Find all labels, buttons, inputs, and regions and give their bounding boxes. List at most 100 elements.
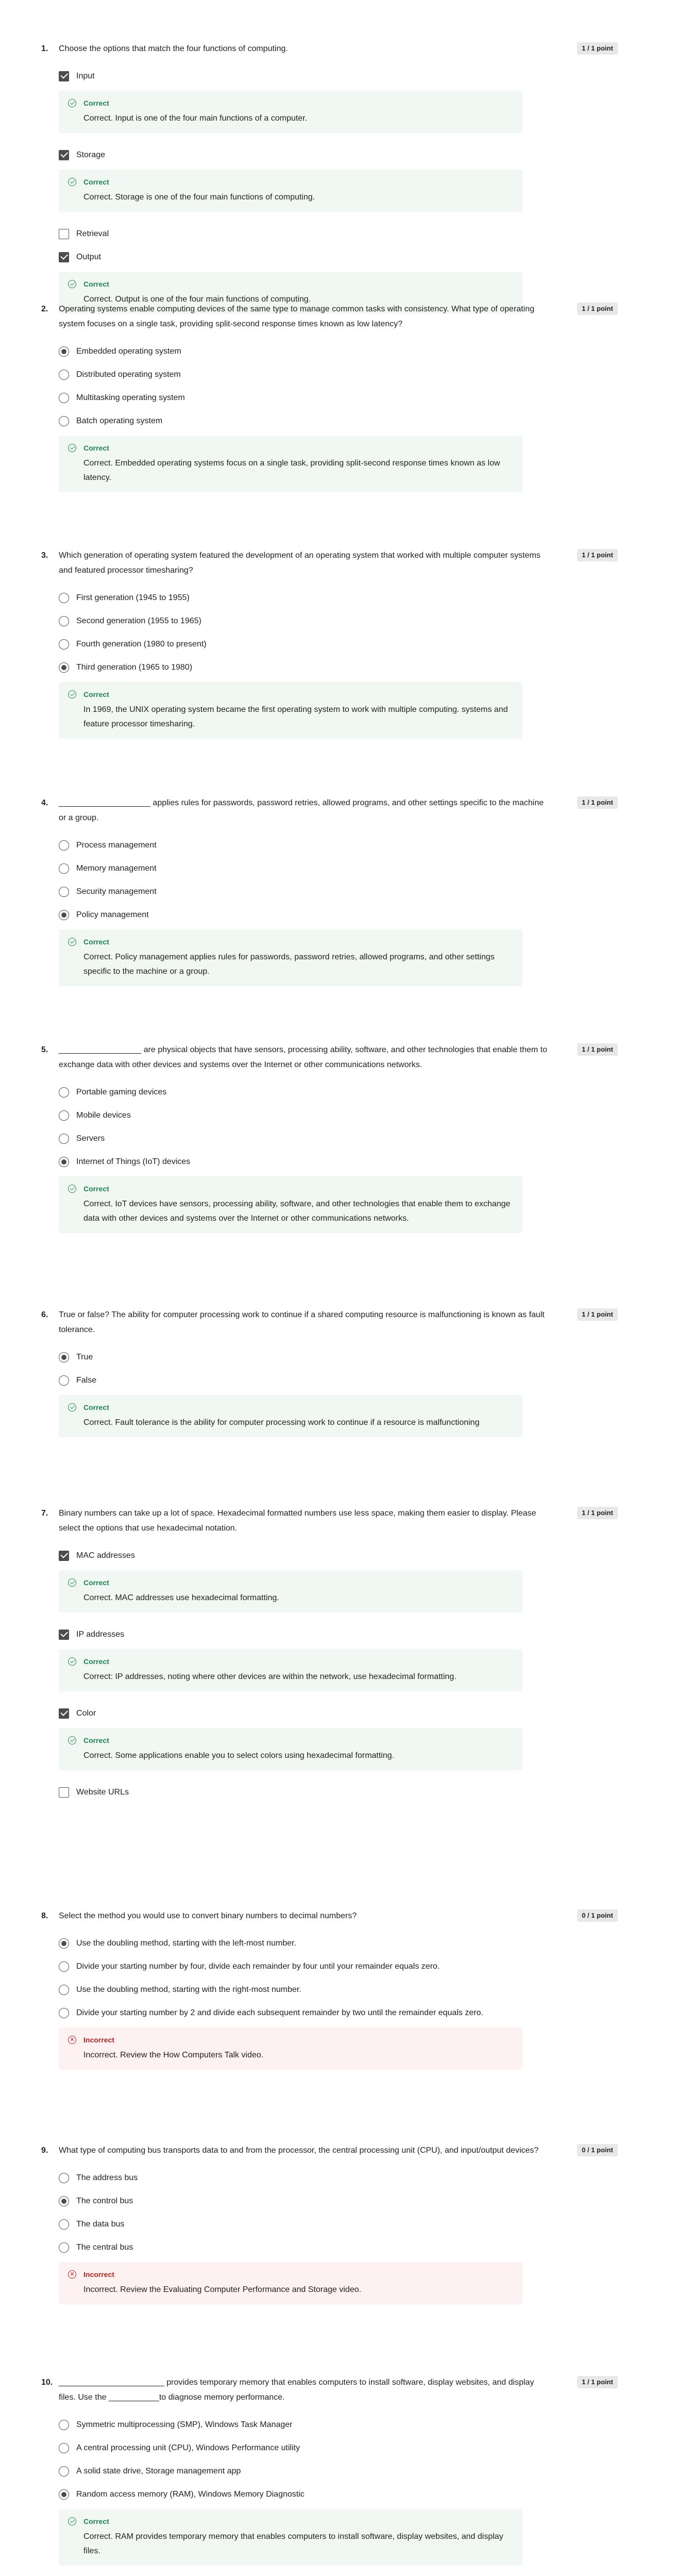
radio-option[interactable]: False [59, 1369, 548, 1392]
radio-empty-icon[interactable] [59, 1133, 69, 1144]
radio-option[interactable]: Use the doubling method, starting with t… [59, 1932, 548, 1955]
checkbox-checked-icon[interactable] [59, 71, 69, 81]
checkbox-option[interactable]: Storage [59, 143, 548, 167]
feedback-title: Correct [83, 444, 109, 452]
option-label: Embedded operating system [76, 346, 181, 356]
options-list: Use the doubling method, starting with t… [59, 1932, 548, 2024]
feedback-text: Correct. IoT devices have sensors, proce… [83, 1200, 511, 1223]
radio-empty-icon[interactable] [59, 1110, 69, 1121]
checkbox-option[interactable]: Input [59, 64, 548, 88]
radio-option[interactable]: Embedded operating system [59, 340, 548, 363]
radio-option[interactable]: Symmetric multiprocessing (SMP), Windows… [59, 2413, 548, 2436]
radio-option[interactable]: The central bus [59, 2236, 548, 2259]
feedback-text: Correct: IP addresses, noting where othe… [83, 1672, 457, 1681]
radio-option[interactable]: Use the doubling method, starting with t… [59, 1978, 548, 2001]
radio-empty-icon[interactable] [59, 1984, 69, 1995]
checkbox-option[interactable]: Color [59, 1702, 548, 1725]
radio-empty-icon[interactable] [59, 616, 69, 626]
radio-selected-icon[interactable] [59, 2489, 69, 2500]
radio-empty-icon[interactable] [59, 2419, 69, 2430]
radio-empty-icon[interactable] [59, 416, 69, 426]
radio-option[interactable]: Multitasking operating system [59, 386, 548, 409]
checkbox-option[interactable]: MAC addresses [59, 1544, 548, 1567]
radio-empty-icon[interactable] [59, 863, 69, 874]
radio-option[interactable]: Security management [59, 880, 548, 903]
checkbox-empty-icon[interactable] [59, 1787, 69, 1798]
radio-option[interactable]: Random access memory (RAM), Windows Memo… [59, 2483, 548, 2506]
radio-empty-icon[interactable] [59, 2007, 69, 2018]
checkbox-option[interactable]: Website URLs [59, 1781, 548, 1804]
radio-empty-icon[interactable] [59, 639, 69, 650]
option-label: Memory management [76, 863, 157, 873]
radio-selected-icon[interactable] [59, 1352, 69, 1362]
checkbox-checked-icon[interactable] [59, 1550, 69, 1561]
checkbox-checked-icon[interactable] [59, 1629, 69, 1640]
feedback-title: Correct [83, 1185, 109, 1193]
radio-empty-icon[interactable] [59, 2172, 69, 2183]
radio-option[interactable]: Fourth generation (1980 to present) [59, 633, 548, 656]
checkbox-checked-icon[interactable] [59, 1708, 69, 1719]
radio-empty-icon[interactable] [59, 2242, 69, 2253]
radio-option[interactable]: A solid state drive, Storage management … [59, 2459, 548, 2483]
radio-option[interactable]: Divide your starting number by 2 and div… [59, 2001, 548, 2024]
option-label: Policy management [76, 910, 149, 919]
radio-option[interactable]: Batch operating system [59, 409, 548, 433]
question-text: Binary numbers can take up a lot of spac… [59, 1509, 536, 1533]
feedback-title: Incorrect [83, 2270, 114, 2279]
radio-option[interactable]: Portable gaming devices [59, 1081, 548, 1104]
checkbox-option[interactable]: Output [59, 245, 548, 269]
radio-empty-icon[interactable] [59, 369, 69, 380]
radio-empty-icon[interactable] [59, 886, 69, 897]
options-list: MAC addresses Correct Correct. MAC address… [59, 1544, 548, 1804]
checkbox-checked-icon[interactable] [59, 252, 69, 262]
radio-empty-icon[interactable] [59, 592, 69, 603]
radio-empty-icon[interactable] [59, 1087, 69, 1098]
radio-option[interactable]: Third generation (1965 to 1980) [59, 656, 548, 679]
radio-option[interactable]: Distributed operating system [59, 363, 548, 386]
check-circle-icon [68, 178, 76, 186]
radio-option[interactable]: The control bus [59, 2189, 548, 2213]
options-list: First generation (1945 to 1955) Second ge… [59, 586, 548, 679]
radio-empty-icon[interactable] [59, 1961, 69, 1972]
checkbox-checked-icon[interactable] [59, 149, 69, 160]
radio-option[interactable]: True [59, 1345, 548, 1369]
feedback-text: Correct. Fault tolerance is the ability … [83, 1418, 480, 1427]
radio-option[interactable]: A central processing unit (CPU), Windows… [59, 2436, 548, 2459]
option-label: Input [76, 71, 95, 80]
question-number: 6. [41, 1310, 48, 1319]
question-body: What type of computing bus transports da… [59, 2143, 548, 2315]
radio-empty-icon[interactable] [59, 2442, 69, 2453]
radio-empty-icon[interactable] [59, 2466, 69, 2477]
checkbox-empty-icon[interactable] [59, 228, 69, 239]
radio-option[interactable]: Servers [59, 1127, 548, 1150]
option-label: True [76, 1352, 93, 1361]
radio-empty-icon[interactable] [59, 392, 69, 403]
radio-selected-icon[interactable] [59, 1156, 69, 1167]
radio-selected-icon[interactable] [59, 909, 69, 920]
radio-option[interactable]: Process management [59, 834, 548, 857]
radio-selected-icon[interactable] [59, 1938, 69, 1949]
radio-option[interactable]: Policy management [59, 903, 548, 926]
radio-option[interactable]: Divide your starting number by four, div… [59, 1955, 548, 1978]
radio-option[interactable]: Internet of Things (IoT) devices [59, 1150, 548, 1173]
checkbox-option[interactable]: IP addresses [59, 1623, 548, 1646]
check-circle-icon [68, 1736, 76, 1744]
radio-option[interactable]: Second generation (1955 to 1965) [59, 609, 548, 633]
radio-empty-icon[interactable] [59, 2219, 69, 2230]
radio-selected-icon[interactable] [59, 662, 69, 673]
option-label: A central processing unit (CPU), Windows… [76, 2443, 300, 2452]
radio-empty-icon[interactable] [59, 840, 69, 851]
radio-option[interactable]: The data bus [59, 2213, 548, 2236]
x-circle-icon: ✕ [68, 2036, 76, 2044]
radio-empty-icon[interactable] [59, 1375, 69, 1386]
checkbox-option[interactable]: Retrieval [59, 222, 548, 245]
question-body: Choose the options that match the four f… [59, 41, 548, 324]
feedback-header: Correct [68, 689, 513, 700]
radio-option[interactable]: Memory management [59, 857, 548, 880]
radio-option[interactable]: First generation (1945 to 1955) [59, 586, 548, 609]
options-list: The address bus The control bus The data b… [59, 2166, 548, 2259]
radio-option[interactable]: The address bus [59, 2166, 548, 2189]
radio-option[interactable]: Mobile devices [59, 1104, 548, 1127]
radio-selected-icon[interactable] [59, 346, 69, 357]
radio-selected-icon[interactable] [59, 2196, 69, 2206]
